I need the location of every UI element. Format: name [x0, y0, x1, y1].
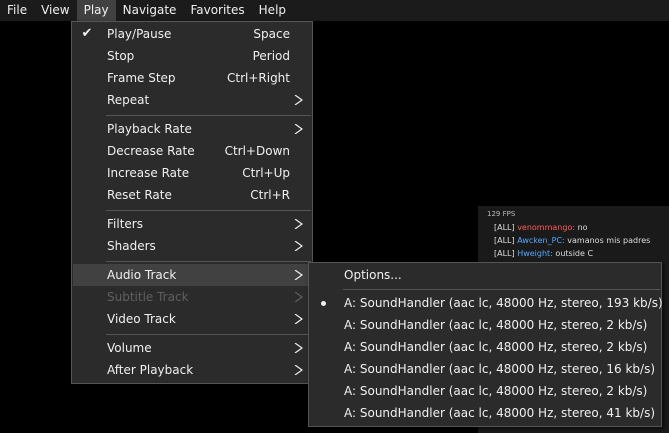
menu-view[interactable]: View	[34, 0, 76, 21]
audio-track-item[interactable]: A: SoundHandler (aac lc, 48000 Hz, stere…	[310, 402, 660, 424]
menu-item-play-pause[interactable]: ✔ Play/Pause Space	[73, 23, 311, 45]
menu-item-label: Volume	[107, 341, 152, 355]
menu-separator	[106, 210, 311, 211]
menu-item-shortcut: Ctrl+Up	[242, 166, 290, 180]
submenu-arrow-icon	[294, 270, 303, 280]
menu-item-label: Play/Pause	[107, 27, 172, 41]
menu-separator	[343, 289, 660, 290]
menu-item-increase-rate[interactable]: Increase Rate Ctrl+Up	[73, 162, 311, 184]
menu-item-label: After Playback	[107, 363, 194, 377]
menu-item-label: Increase Rate	[107, 166, 190, 180]
menu-item-label: A: SoundHandler (aac lc, 48000 Hz, stere…	[344, 384, 648, 398]
menu-item-reset-rate[interactable]: Reset Rate Ctrl+R	[73, 184, 311, 206]
menu-item-label: Playback Rate	[107, 122, 192, 136]
submenu-arrow-icon	[294, 95, 303, 105]
menu-play[interactable]: Play	[76, 0, 116, 21]
audio-track-item[interactable]: A: SoundHandler (aac lc, 48000 Hz, stere…	[310, 336, 660, 358]
menu-item-decrease-rate[interactable]: Decrease Rate Ctrl+Down	[73, 140, 311, 162]
menu-item-label: A: SoundHandler (aac lc, 48000 Hz, stere…	[344, 318, 648, 332]
menu-item-label: A: SoundHandler (aac lc, 48000 Hz, stere…	[344, 362, 655, 376]
chat-tag: [ALL]	[494, 249, 515, 258]
audio-track-item[interactable]: A: SoundHandler (aac lc, 48000 Hz, stere…	[310, 292, 663, 314]
menu-item-label: Video Track	[107, 312, 176, 326]
menu-item-label: Stop	[107, 49, 135, 63]
menu-item-label: Shaders	[107, 239, 156, 253]
chat-message: vamanos mis padres	[567, 236, 651, 245]
menu-item-shortcut: Ctrl+Down	[224, 144, 290, 158]
menu-item-label: A: SoundHandler (aac lc, 48000 Hz, stere…	[344, 406, 655, 420]
menu-item-audio-track[interactable]: Audio Track	[73, 264, 311, 286]
chat-line: [ALL] venommango: no	[494, 221, 650, 234]
menu-item-label: Reset Rate	[107, 188, 172, 202]
menu-bar: File View Play Navigate Favorites Help	[0, 0, 669, 21]
menu-separator	[106, 334, 311, 335]
menu-item-label: Frame Step	[107, 71, 176, 85]
chat-name: Awcken_PC:	[517, 236, 565, 245]
submenu-arrow-icon	[294, 314, 303, 324]
menu-item-label: Subtitle Track	[107, 290, 189, 304]
menu-item-shortcut: Ctrl+R	[250, 188, 290, 202]
menu-favorites[interactable]: Favorites	[183, 0, 251, 21]
menu-item-label: Decrease Rate	[107, 144, 195, 158]
submenu-arrow-icon	[294, 241, 303, 251]
menu-item-frame-step[interactable]: Frame Step Ctrl+Right	[73, 67, 311, 89]
submenu-arrow-icon	[294, 219, 303, 229]
menu-navigate[interactable]: Navigate	[116, 0, 184, 21]
menu-item-label: A: SoundHandler (aac lc, 48000 Hz, stere…	[344, 296, 663, 310]
menu-item-subtitle-track: Subtitle Track	[73, 286, 311, 308]
menu-file[interactable]: File	[0, 0, 34, 21]
menu-item-shortcut: Ctrl+Right	[226, 71, 290, 85]
menu-item-label: Filters	[107, 217, 143, 231]
menu-item-label: Repeat	[107, 93, 150, 107]
menu-separator	[106, 261, 311, 262]
chat-name: venommango:	[517, 223, 576, 232]
submenu-arrow-icon	[294, 365, 303, 375]
chat-tag: [ALL]	[494, 236, 515, 245]
chat-tag: [ALL]	[494, 223, 515, 232]
menu-item-audio-options[interactable]: Options...	[310, 264, 660, 286]
menu-help[interactable]: Help	[252, 0, 293, 21]
chat-name: Hweight:	[517, 249, 553, 258]
submenu-arrow-icon	[294, 124, 303, 134]
chat-message: outside C	[555, 249, 594, 258]
menu-item-shortcut: Period	[252, 49, 290, 63]
play-menu: ✔ Play/Pause Space Stop Period Frame Ste…	[71, 21, 313, 384]
menu-item-playback-rate[interactable]: Playback Rate	[73, 118, 311, 140]
submenu-arrow-icon	[294, 292, 303, 302]
menu-item-label: Options...	[344, 268, 402, 282]
menu-item-shaders[interactable]: Shaders	[73, 235, 311, 257]
menu-item-after-playback[interactable]: After Playback	[73, 359, 311, 381]
chat-line: [ALL] Hweight: outside C	[494, 247, 650, 260]
checkmark-icon: ✔	[81, 26, 93, 41]
audio-track-item[interactable]: A: SoundHandler (aac lc, 48000 Hz, stere…	[310, 358, 660, 380]
audio-track-submenu: Options... A: SoundHandler (aac lc, 4800…	[308, 262, 663, 427]
audio-track-item[interactable]: A: SoundHandler (aac lc, 48000 Hz, stere…	[310, 380, 660, 402]
fps-counter: 129 FPS	[487, 210, 516, 218]
audio-track-item[interactable]: A: SoundHandler (aac lc, 48000 Hz, stere…	[310, 314, 660, 336]
menu-item-volume[interactable]: Volume	[73, 337, 311, 359]
menu-separator	[106, 115, 311, 116]
chat-line: [ALL] Awcken_PC: vamanos mis padres	[494, 234, 650, 247]
submenu-arrow-icon	[294, 343, 303, 353]
menu-item-stop[interactable]: Stop Period	[73, 45, 311, 67]
menu-item-video-track[interactable]: Video Track	[73, 308, 311, 330]
menu-item-shortcut: Space	[253, 27, 290, 41]
menu-item-filters[interactable]: Filters	[73, 213, 311, 235]
menu-item-label: Audio Track	[107, 268, 177, 282]
menu-item-repeat[interactable]: Repeat	[73, 89, 311, 111]
menu-item-label: A: SoundHandler (aac lc, 48000 Hz, stere…	[344, 340, 648, 354]
radio-dot-icon	[321, 301, 326, 306]
chat-message: no	[577, 223, 588, 232]
game-chat: [ALL] venommango: no [ALL] Awcken_PC: va…	[494, 221, 650, 260]
